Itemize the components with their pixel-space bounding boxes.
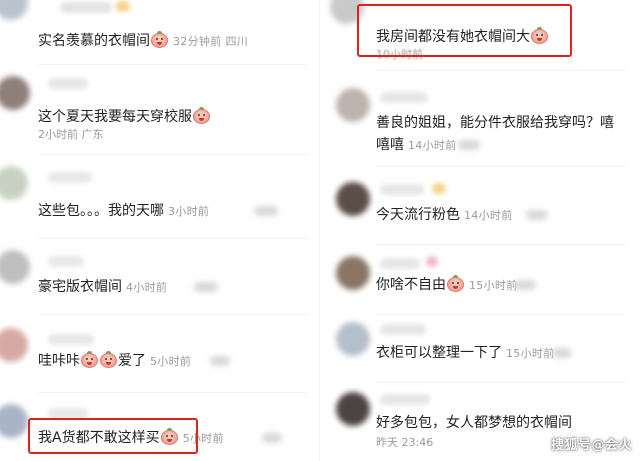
username[interactable] — [48, 172, 92, 183]
comment-time: 昨天 23:46 — [376, 436, 434, 449]
username[interactable] — [48, 256, 84, 267]
username[interactable] — [380, 92, 428, 103]
comment-text: 你啥不自由 — [376, 277, 446, 293]
comment-time: 4小时前 — [126, 281, 168, 294]
username[interactable] — [380, 324, 426, 335]
highlight-box — [357, 4, 572, 57]
comment-text: 豪宅版衣帽间 — [38, 279, 122, 295]
avatar[interactable] — [336, 392, 370, 426]
username[interactable] — [48, 334, 94, 345]
comment-time: 14小时前 — [408, 139, 457, 152]
avatar[interactable] — [0, 328, 28, 362]
watermark: 搜狐号@会火 — [550, 438, 632, 453]
smiley-face-icon — [81, 351, 98, 368]
user-badge — [432, 183, 446, 194]
avatar[interactable] — [336, 88, 370, 122]
comment-text: 好多包包，女人都梦想的衣帽间 — [376, 415, 572, 431]
highlight-box — [28, 418, 198, 454]
username[interactable] — [60, 2, 112, 13]
username[interactable] — [48, 78, 88, 89]
comment-text: 善良的姐姐，能分件衣服给我穿吗？嘻 — [376, 115, 614, 131]
smiley-face-icon — [151, 31, 168, 48]
avatar[interactable] — [0, 0, 28, 20]
username[interactable] — [380, 184, 424, 195]
comment-text-suffix: 爱了 — [118, 353, 146, 369]
avatar[interactable] — [336, 256, 370, 290]
comment-text: 哇咔咔 — [38, 353, 80, 369]
comment-text: 今天流行粉色 — [376, 207, 460, 223]
avatar[interactable] — [0, 250, 30, 284]
avatar[interactable] — [336, 322, 370, 356]
avatar[interactable] — [0, 76, 30, 110]
smiley-face-icon — [100, 351, 117, 368]
comment-time: 15小时前 — [506, 347, 555, 360]
comment-text: 这个夏天我要每天穿校服 — [38, 109, 192, 125]
user-badge — [426, 256, 438, 267]
comment-location: 四川 — [225, 35, 249, 48]
comment-time: 32分钟前 — [173, 35, 222, 48]
right-comment-column: 我房间都没有她衣帽间大 10小时前 善良的姐姐，能分件衣服给我穿吗？嘻 嘻嘻 14… — [320, 0, 640, 461]
comment-time: 14小时前 — [464, 209, 513, 222]
comment-text: 这些包。。。我的天哪 — [38, 203, 164, 219]
comment-time: 2小时前 — [38, 128, 78, 141]
username[interactable] — [380, 258, 420, 269]
smiley-face-icon — [193, 107, 210, 124]
comment-time: 15小时前 — [469, 279, 518, 292]
comment-time: 3小时前 — [168, 205, 210, 218]
comment-location: 广东 — [81, 128, 104, 141]
avatar[interactable] — [0, 404, 28, 438]
avatar[interactable] — [336, 182, 370, 216]
left-comment-column: 实名羡慕的衣帽间 32分钟前 四川 这个夏天我要每天穿校服 2小时前 广东 这些包。… — [0, 0, 320, 461]
smiley-face-icon — [447, 275, 464, 292]
comment-text: 衣柜可以整理一下了 — [376, 345, 502, 361]
username[interactable] — [380, 394, 430, 405]
comment-time: 5小时前 — [150, 355, 192, 368]
comment-text: 实名羡慕的衣帽间 — [38, 33, 150, 49]
user-badge — [116, 1, 130, 12]
avatar[interactable] — [0, 166, 28, 200]
comment-text-cont: 嘻嘻 — [376, 137, 404, 153]
